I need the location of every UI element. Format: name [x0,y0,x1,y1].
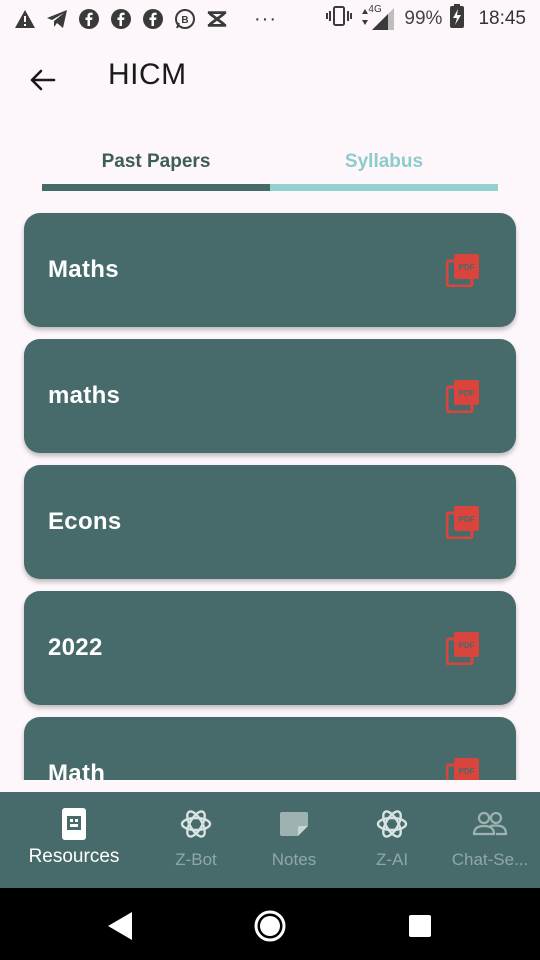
back-button[interactable] [22,60,62,100]
system-home-button[interactable] [250,906,290,946]
facebook-icon [78,8,100,30]
past-papers-list[interactable]: Maths PDF maths PDF Econs PDF 2022 PDF M… [0,206,540,780]
bottom-navigation: Resources Z-Bot Notes Z-AI Chat-Se... [0,792,540,888]
whatsapp-business-icon: B [174,8,196,30]
notes-icon [276,806,312,842]
pdf-icon[interactable]: PDF [446,379,480,413]
signal-icon: 4G [360,4,396,32]
nav-label: Z-Bot [175,850,217,869]
paper-card[interactable]: maths PDF [24,339,516,453]
warning-icon [14,8,36,30]
svg-text:B: B [181,15,188,26]
nav-item-resources[interactable]: Resources [8,792,140,888]
svg-text:PDF: PDF [459,767,475,776]
tab-syllabus[interactable]: Syllabus [270,140,498,184]
notification-icons: B ··· [14,8,277,31]
facebook-icon [142,8,164,30]
nav-label: Chat-Se... [451,850,529,869]
tab-bar: Past Papers Syllabus [42,140,498,192]
people-icon [472,806,508,842]
pdf-icon[interactable]: PDF [446,505,480,539]
tab-indicator-inactive [270,184,498,191]
nav-label: Z-AI [375,850,409,869]
svg-text:PDF: PDF [459,263,475,272]
triangle-back-icon [108,912,132,940]
paper-title: Econs [48,508,122,535]
paper-title: Math [48,760,106,780]
system-back-button[interactable] [100,906,140,946]
tab-past-papers[interactable]: Past Papers [42,140,270,184]
pdf-icon[interactable]: PDF [446,631,480,665]
svg-text:PDF: PDF [459,641,475,650]
paper-card[interactable]: Math PDF [24,717,516,780]
system-recents-button[interactable] [400,906,440,946]
nav-item-z-bot[interactable]: Z-Bot [146,792,246,888]
paper-card[interactable]: Maths PDF [24,213,516,327]
facebook-icon [110,8,132,30]
pdf-icon[interactable]: PDF [446,253,480,287]
paper-card[interactable]: Econs PDF [24,465,516,579]
system-navigation-bar [0,888,540,960]
nav-label: Resources [28,846,120,867]
battery-percent: 99% [404,8,443,29]
more-notifications-icon: ··· [254,7,277,30]
page-title: HICM [108,58,187,91]
nav-item-z-ai[interactable]: Z-AI [342,792,442,888]
openai-icon [374,806,410,842]
nav-label: Notes [271,850,317,869]
pdf-icon[interactable]: PDF [446,757,480,780]
clock: 18:45 [478,8,526,29]
vibrate-icon [326,5,353,33]
resources-icon [56,806,92,842]
paper-card[interactable]: 2022 PDF [24,591,516,705]
arrow-back-icon [30,69,56,91]
status-bar: B ··· 4G 99% 18:45 [0,0,540,38]
svg-text:PDF: PDF [459,389,475,398]
telegram-icon [46,8,68,30]
nav-item-notes[interactable]: Notes [244,792,344,888]
app-bar: HICM [0,38,540,118]
paper-title: 2022 [48,634,103,661]
circle-home-icon [254,910,286,942]
svg-text:PDF: PDF [459,515,475,524]
paper-title: Maths [48,256,119,283]
square-recents-icon [409,915,431,937]
capcut-icon [206,8,228,30]
paper-title: maths [48,382,121,409]
battery-charging-icon [450,4,465,34]
openai-icon [178,806,214,842]
nav-item-chat-sessions[interactable]: Chat-Se... [440,792,540,888]
tab-indicator-active [42,184,270,191]
